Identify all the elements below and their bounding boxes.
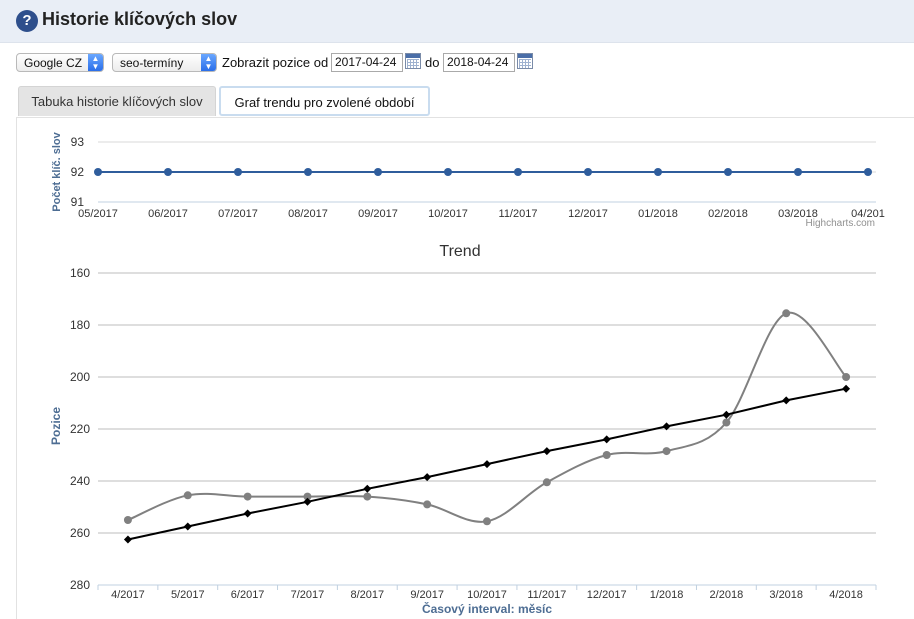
y-tick-label: 92 — [71, 165, 85, 179]
data-point — [782, 309, 791, 318]
y-tick-label: 220 — [70, 422, 90, 436]
trend-point — [483, 460, 491, 469]
y-tick-label: 280 — [70, 578, 90, 592]
x-tick-label: 12/2017 — [587, 589, 627, 601]
y-axis-title: Pozice — [49, 407, 63, 445]
data-point — [654, 168, 662, 176]
data-point — [864, 168, 872, 176]
trend-point — [183, 522, 192, 531]
trend-point — [542, 447, 551, 456]
x-tick-label: 06/2017 — [148, 208, 188, 220]
data-point — [304, 168, 312, 176]
date-from-input[interactable]: 2017-04-24 — [331, 53, 403, 72]
x-tick-label: 10/2017 — [428, 208, 468, 220]
x-tick-label: 1/2018 — [650, 589, 684, 601]
tab-keyword-history-table[interactable]: Tabuka historie klíčových slov — [18, 86, 216, 116]
x-tick-label: 02/2018 — [708, 208, 748, 220]
search-engine-select[interactable]: Google CZ ▲ ▼ — [16, 53, 104, 72]
x-axis-title: Časový interval: měsíc — [422, 601, 552, 616]
trend-point — [243, 509, 252, 518]
data-point — [183, 491, 192, 500]
x-tick-label: 11/2017 — [499, 208, 538, 220]
trend-point — [602, 435, 611, 444]
data-point — [602, 451, 611, 459]
data-point — [94, 168, 102, 176]
calendar-icon[interactable] — [517, 53, 533, 69]
keyword-count-chart: 91 92 93 05/2017 06/2017 07/2017 08/2017 09/201… — [51, 131, 885, 229]
x-tick-label: 07/2017 — [218, 208, 258, 220]
date-to-label: do — [425, 55, 440, 70]
data-point — [374, 168, 382, 176]
x-tick-label: 4/2017 — [111, 589, 145, 601]
x-tick-label: 11/2017 — [527, 589, 566, 601]
data-point — [243, 492, 252, 501]
trend-chart: Trend 160 180 200 220 240 260 280 4/2017 5/2017 6/… — [49, 243, 877, 616]
question-circle-icon[interactable]: ? — [16, 10, 38, 32]
select-arrows-icon: ▲ ▼ — [201, 54, 216, 71]
x-tick-label: 08/2017 — [288, 208, 328, 220]
data-point — [542, 478, 551, 487]
page-title: Historie klíčových slov — [42, 9, 238, 29]
data-point — [123, 516, 132, 524]
data-point — [483, 517, 491, 526]
title-bar: ? Historie klíčových slov — [0, 0, 914, 43]
calendar-icon[interactable] — [405, 53, 421, 69]
x-tick-label: 9/2017 — [410, 589, 444, 601]
chart-title: Trend — [439, 243, 480, 260]
x-tick-label: 2/2018 — [710, 589, 744, 601]
keyword-group-select-value: seo-termíny — [120, 56, 184, 70]
y-tick-label: 180 — [70, 318, 90, 332]
data-point — [514, 168, 522, 176]
trend-point — [363, 484, 372, 493]
chart-credit: Highcharts.com — [806, 218, 875, 229]
data-point — [584, 168, 592, 176]
data-point — [444, 168, 452, 176]
x-tick-label: 6/2017 — [231, 589, 265, 601]
position-series-line — [127, 311, 847, 523]
data-point — [842, 373, 851, 381]
x-tick-label: 4/2018 — [829, 589, 863, 601]
x-tick-label: 05/2017 — [78, 208, 118, 220]
select-arrows-icon: ▲ ▼ — [88, 54, 103, 71]
y-tick-label: 91 — [71, 195, 85, 209]
search-engine-select-value: Google CZ — [24, 56, 83, 70]
keyword-group-select[interactable]: seo-termíny ▲ ▼ — [112, 53, 217, 72]
x-tick-label: 12/2017 — [568, 208, 608, 220]
trend-point — [123, 535, 132, 544]
data-point — [234, 168, 242, 176]
data-point — [662, 447, 671, 456]
data-point — [722, 418, 731, 427]
x-tick-label: 01/2018 — [638, 208, 678, 220]
x-tick-label: 10/2017 — [467, 589, 507, 601]
x-tick-label: 8/2017 — [350, 589, 384, 601]
y-tick-label: 260 — [70, 526, 90, 540]
y-axis-title: Počet klíč. slov — [51, 131, 63, 211]
x-tick-label: 5/2017 — [171, 589, 205, 601]
data-point — [423, 500, 432, 509]
data-point — [363, 492, 372, 501]
trend-point — [782, 396, 791, 405]
trend-point — [842, 384, 851, 393]
data-point — [164, 168, 172, 176]
trend-point — [423, 473, 432, 482]
tab-trend-chart[interactable]: Graf trendu pro zvolené období — [219, 86, 430, 116]
x-tick-label: 3/2018 — [769, 589, 803, 601]
data-point — [794, 168, 802, 176]
y-tick-label: 240 — [70, 474, 90, 488]
date-from-label: Zobrazit pozice od — [222, 55, 329, 70]
x-tick-label: 09/2017 — [358, 208, 398, 220]
y-tick-label: 160 — [70, 266, 90, 280]
x-tick-label: 7/2017 — [291, 589, 325, 601]
y-tick-label: 93 — [71, 135, 85, 149]
y-tick-label: 200 — [70, 370, 90, 384]
data-point — [724, 168, 732, 176]
date-to-input[interactable]: 2018-04-24 — [443, 53, 515, 72]
